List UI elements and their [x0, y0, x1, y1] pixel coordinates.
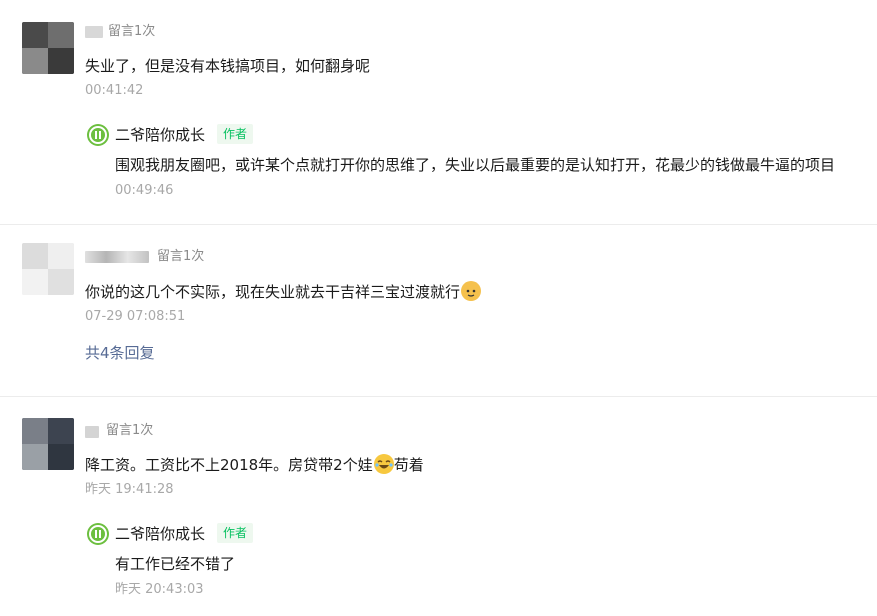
comment-3: 留言1次 降工资。工资比不上2018年。房贷带2个娃 苟着 昨天 19:41:2…: [0, 0, 877, 616]
reply-text: 有工作已经不错了: [115, 555, 236, 573]
author-name: 二爷陪你成长: [115, 525, 206, 543]
blurred-username: [85, 426, 99, 438]
comment-text-part-1: 降工资。工资比不上2018年。房贷带2个娃: [85, 456, 373, 474]
comment-time: 昨天 19:41:28: [85, 482, 174, 497]
comment-text-part-2: 苟着: [393, 456, 424, 474]
author-avatar-icon: [87, 523, 109, 545]
laughing-face-emoji-icon: [373, 454, 394, 474]
author-badge: 作者: [217, 523, 254, 543]
reply-time: 昨天 20:43:03: [115, 582, 204, 597]
comment-count-tag: 留言1次: [106, 423, 154, 438]
avatar[interactable]: [22, 418, 74, 470]
comment-text: 降工资。工资比不上2018年。房贷带2个娃 苟着: [85, 454, 424, 476]
